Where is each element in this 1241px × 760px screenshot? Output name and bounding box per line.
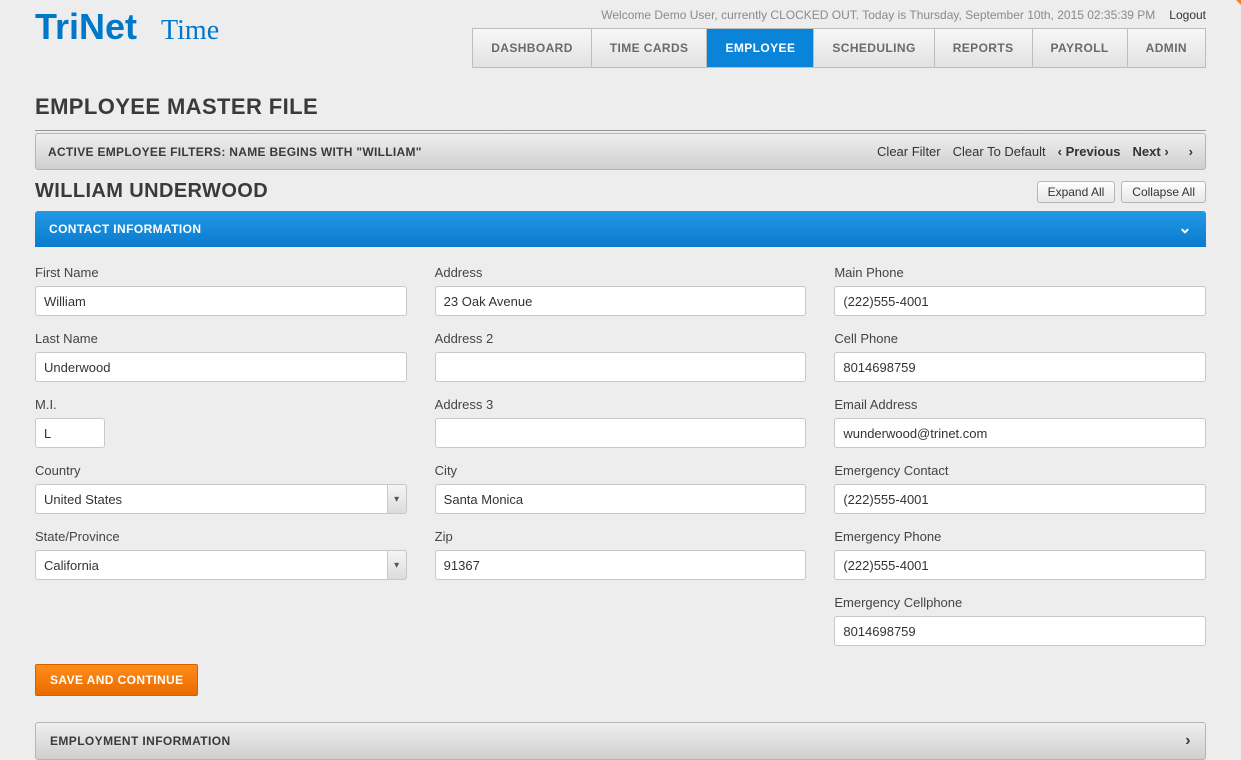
first-name-input[interactable] bbox=[35, 286, 407, 316]
contact-section-header[interactable]: CONTACT INFORMATION ⌄ bbox=[35, 211, 1206, 247]
previous-link[interactable]: ‹ Previous bbox=[1058, 144, 1121, 159]
address2-input[interactable] bbox=[435, 352, 807, 382]
address-input[interactable] bbox=[435, 286, 807, 316]
nav-tab-timecards[interactable]: TIME CARDS bbox=[592, 29, 708, 67]
main-phone-label: Main Phone bbox=[834, 265, 1206, 280]
logout-link[interactable]: Logout bbox=[1169, 8, 1206, 22]
nav-tab-employee[interactable]: EMPLOYEE bbox=[707, 29, 814, 67]
cell-phone-label: Cell Phone bbox=[834, 331, 1206, 346]
country-select[interactable] bbox=[35, 484, 407, 514]
collapse-all-button[interactable]: Collapse All bbox=[1121, 181, 1206, 203]
state-label: State/Province bbox=[35, 529, 407, 544]
contact-section-title: CONTACT INFORMATION bbox=[49, 222, 201, 236]
clear-filter-link[interactable]: Clear Filter bbox=[877, 144, 941, 159]
emergency-cell-label: Emergency Cellphone bbox=[834, 595, 1206, 610]
country-label: Country bbox=[35, 463, 407, 478]
city-input[interactable] bbox=[435, 484, 807, 514]
chevron-right-icon: › bbox=[1189, 144, 1193, 159]
last-name-label: Last Name bbox=[35, 331, 407, 346]
emergency-contact-input[interactable] bbox=[834, 484, 1206, 514]
address3-input[interactable] bbox=[435, 418, 807, 448]
next-label: Next bbox=[1133, 144, 1161, 159]
expand-all-button[interactable]: Expand All bbox=[1037, 181, 1116, 203]
state-select[interactable] bbox=[35, 550, 407, 580]
welcome-text: Welcome Demo User, currently CLOCKED OUT… bbox=[601, 8, 1155, 22]
logo-secondary: Time bbox=[161, 15, 219, 47]
address-label: Address bbox=[435, 265, 807, 280]
nav-tab-admin[interactable]: ADMIN bbox=[1128, 29, 1205, 67]
logo-primary: TriNet bbox=[35, 6, 137, 48]
main-phone-input[interactable] bbox=[834, 286, 1206, 316]
page-title: EMPLOYEE MASTER FILE bbox=[35, 94, 1206, 120]
chevron-down-icon: ⌄ bbox=[1178, 221, 1192, 237]
cell-phone-input[interactable] bbox=[834, 352, 1206, 382]
email-label: Email Address bbox=[834, 397, 1206, 412]
emergency-phone-input[interactable] bbox=[834, 550, 1206, 580]
chevron-left-icon: ‹ bbox=[1058, 144, 1062, 159]
address2-label: Address 2 bbox=[435, 331, 807, 346]
contact-form: First Name Last Name M.I. Country ▾ Stat… bbox=[35, 265, 1206, 646]
next-link[interactable]: Next › bbox=[1133, 144, 1169, 159]
first-name-label: First Name bbox=[35, 265, 407, 280]
employee-name: WILLIAM UNDERWOOD bbox=[35, 180, 268, 203]
previous-label: Previous bbox=[1066, 144, 1121, 159]
save-and-continue-button[interactable]: SAVE AND CONTINUE bbox=[35, 664, 198, 696]
email-input[interactable] bbox=[834, 418, 1206, 448]
emergency-contact-label: Emergency Contact bbox=[834, 463, 1206, 478]
divider bbox=[35, 130, 1206, 131]
emergency-cell-input[interactable] bbox=[834, 616, 1206, 646]
city-label: City bbox=[435, 463, 807, 478]
mi-input[interactable] bbox=[35, 418, 105, 448]
employment-section-title: EMPLOYMENT INFORMATION bbox=[50, 734, 231, 748]
chevron-right-icon: › bbox=[1164, 144, 1168, 159]
zip-label: Zip bbox=[435, 529, 807, 544]
nav-tab-payroll[interactable]: PAYROLL bbox=[1033, 29, 1128, 67]
logo-burst-icon bbox=[1235, 0, 1241, 13]
nav-tab-reports[interactable]: REPORTS bbox=[935, 29, 1033, 67]
employment-section-header[interactable]: EMPLOYMENT INFORMATION › bbox=[35, 722, 1206, 760]
emergency-phone-label: Emergency Phone bbox=[834, 529, 1206, 544]
chevron-right-icon: › bbox=[1185, 733, 1191, 749]
last-name-input[interactable] bbox=[35, 352, 407, 382]
zip-input[interactable] bbox=[435, 550, 807, 580]
nav-tab-dashboard[interactable]: DASHBOARD bbox=[473, 29, 592, 67]
filter-label: ACTIVE EMPLOYEE FILTERS: NAME BEGINS WIT… bbox=[48, 145, 422, 159]
main-nav: DASHBOARD TIME CARDS EMPLOYEE SCHEDULING… bbox=[472, 28, 1206, 68]
app-logo: TriNet Time bbox=[35, 6, 219, 48]
next-page-button[interactable]: › bbox=[1189, 144, 1193, 159]
clear-default-link[interactable]: Clear To Default bbox=[953, 144, 1046, 159]
nav-tab-scheduling[interactable]: SCHEDULING bbox=[814, 29, 934, 67]
filter-bar: ACTIVE EMPLOYEE FILTERS: NAME BEGINS WIT… bbox=[35, 133, 1206, 170]
mi-label: M.I. bbox=[35, 397, 407, 412]
address3-label: Address 3 bbox=[435, 397, 807, 412]
